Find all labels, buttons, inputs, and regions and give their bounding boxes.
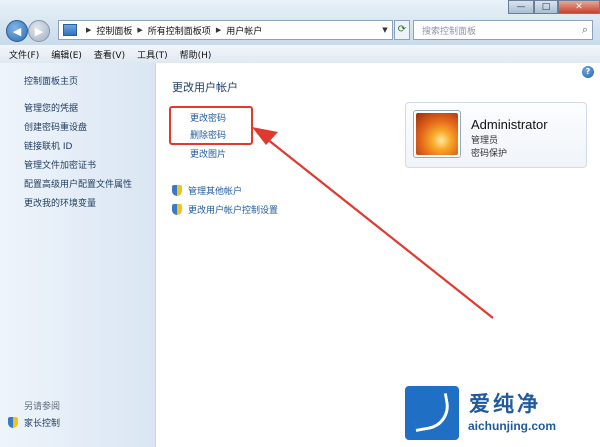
annotation-arrow-icon — [252, 127, 494, 319]
watermark-url: aichunjing.com — [468, 419, 557, 433]
arrow-head — [252, 127, 278, 145]
watermark-text: 爱纯净 — [469, 392, 541, 416]
watermark-logo: 爱纯净 aichunjing.com — [400, 382, 600, 447]
logo-icon — [405, 386, 459, 440]
arrow-shaft — [261, 134, 494, 319]
